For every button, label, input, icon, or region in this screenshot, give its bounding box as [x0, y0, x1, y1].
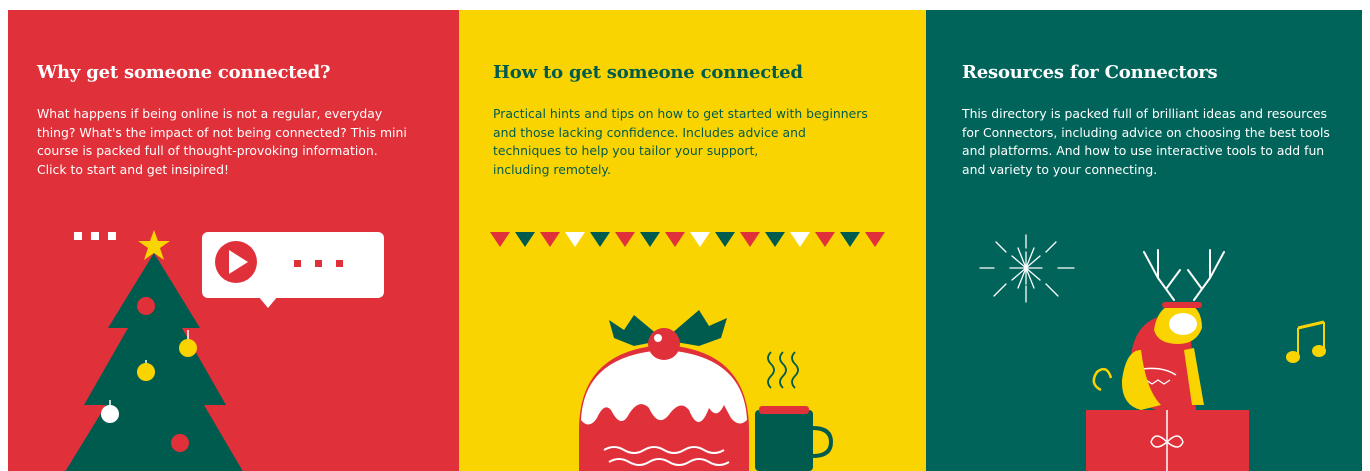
christmas-pudding-icon: [579, 310, 749, 471]
christmas-tree-illustration: [65, 230, 384, 471]
music-note-icon: [1286, 320, 1326, 363]
card-resources-for-connectors[interactable]: Resources for Connectors This directory …: [926, 10, 1362, 471]
gift-box-icon: [1086, 410, 1249, 471]
hot-drink-mug-icon: [755, 351, 834, 471]
connectors-cards-row: Why get someone connected? What happens …: [0, 0, 1370, 471]
card-why-get-connected[interactable]: Why get someone connected? What happens …: [8, 10, 459, 471]
ellipsis-icon: [74, 232, 116, 240]
bunting-icon: [490, 232, 885, 247]
holly-berry-icon: [648, 328, 680, 360]
video-speech-bubble: [202, 232, 384, 308]
antlers-icon: [1143, 249, 1225, 301]
reindeer-dog-illustration: [979, 234, 1326, 471]
christmas-pudding-illustration: [490, 232, 885, 471]
reindeer-dog-icon: [1092, 302, 1204, 410]
firework-icon: [979, 234, 1075, 303]
card-how-to-get-connected[interactable]: How to get someone connected Practical h…: [459, 10, 926, 471]
